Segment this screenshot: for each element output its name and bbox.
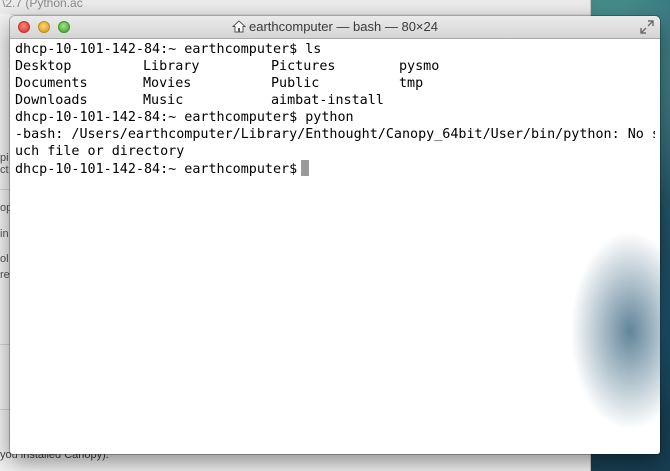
text-cursor xyxy=(301,160,310,176)
background-window-header: \2.7 (Python.ac xyxy=(0,0,590,15)
shell-prompt: dhcp-10-101-142-84:~ earthcomputer$ xyxy=(15,110,298,125)
home-icon xyxy=(232,20,246,33)
background-divider xyxy=(0,189,10,190)
ls-output-row: Documents Movies Public tmp xyxy=(15,75,655,92)
terminal-window[interactable]: earthcomputer — bash — 80×24 dhcp-10-101… xyxy=(10,16,660,454)
background-divider xyxy=(0,344,10,345)
error-output-line: -bash: /Users/earthcomputer/Library/Enth… xyxy=(15,127,655,142)
background-text-fragment: op xyxy=(0,202,10,214)
typed-command: python xyxy=(305,110,354,125)
ls-entry: Library xyxy=(143,59,200,74)
background-text-fragment: re xyxy=(0,269,10,281)
ls-entry: Documents xyxy=(15,76,88,91)
error-output-line: uch file or directory xyxy=(15,144,185,159)
shell-prompt: dhcp-10-101-142-84:~ earthcomputer$ xyxy=(15,162,298,177)
ls-entry: tmp xyxy=(399,76,424,91)
terminal-line: dhcp-10-101-142-84:~ earthcomputer$ ls xyxy=(15,41,655,58)
background-divider xyxy=(0,409,10,410)
ls-output-row: Downloads Music aimbat-install xyxy=(15,92,655,109)
ls-entry: Music xyxy=(143,93,184,108)
window-title: earthcomputer — bash — 80×24 xyxy=(10,19,660,34)
background-window-text-column: pi ct op in ol re xyxy=(0,14,10,471)
ls-output-row: Desktop Library Pictures pysmo xyxy=(15,58,655,75)
ls-entry: Public xyxy=(271,76,320,91)
ls-entry: Desktop xyxy=(15,59,72,74)
terminal-line: dhcp-10-101-142-84:~ earthcomputer$ pyth… xyxy=(15,109,655,126)
background-text-fragment: in xyxy=(0,228,9,240)
terminal-screen[interactable]: dhcp-10-101-142-84:~ earthcomputer$ ls D… xyxy=(10,39,660,454)
background-window-header-text: \2.7 (Python.ac xyxy=(2,0,83,10)
background-text-fragment: pi xyxy=(0,152,9,164)
window-title-text: earthcomputer — bash — 80×24 xyxy=(249,19,438,34)
terminal-title-bar[interactable]: earthcomputer — bash — 80×24 xyxy=(10,16,660,39)
background-text-fragment: ol xyxy=(0,253,9,265)
ls-entry: Downloads xyxy=(15,93,88,108)
ls-entry: aimbat-install xyxy=(271,93,384,108)
ls-entry: Pictures xyxy=(271,59,336,74)
ls-entry: pysmo xyxy=(399,59,440,74)
ls-entry: Movies xyxy=(143,76,192,91)
fullscreen-icon[interactable] xyxy=(640,20,654,34)
shell-prompt: dhcp-10-101-142-84:~ earthcomputer$ xyxy=(15,42,298,57)
typed-command: ls xyxy=(305,42,322,57)
desktop-background: \2.7 (Python.ac pi ct op in ol re you in… xyxy=(0,0,670,471)
terminal-line: dhcp-10-101-142-84:~ earthcomputer$ xyxy=(15,160,655,177)
background-text-fragment: ct xyxy=(0,164,9,176)
